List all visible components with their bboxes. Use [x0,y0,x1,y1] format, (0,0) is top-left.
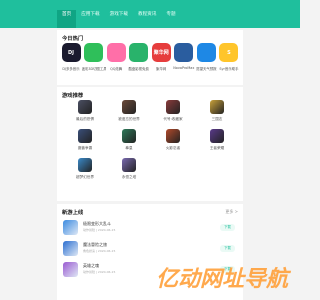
jh-app-icon: 聚华网 [151,43,171,62]
nav-item-home[interactable]: 首页 [57,10,77,28]
game-label: 拳皇 [125,146,133,150]
s-app-icon: S [219,43,239,62]
game-label: 代号:收藏家 [163,117,183,121]
game-item[interactable]: 被遗忘的世界 [107,100,151,122]
game-label: 超梦幻世界 [76,175,94,179]
nav-item-news[interactable]: 教程资讯 [133,10,161,28]
hot-app-item[interactable]: 愿望天气预报 [195,43,217,71]
game-label: 王者荣耀 [209,146,225,150]
game-label: 最后的恐惧 [76,117,94,121]
hot-app-label: 酷盘影视免费 [128,67,149,71]
hot-app-item[interactable]: 酷盘影视免费 [128,43,150,71]
game-icon [210,100,224,114]
game-item[interactable]: 代号:收藏家 [151,100,195,122]
download-button[interactable]: 下载 [220,224,235,231]
pink-bird-app-icon [106,43,126,62]
game-icon [78,100,92,114]
game-icon [166,129,180,143]
game-item[interactable]: 超梦幻世界 [63,158,107,180]
hot-list: DJ DJ多多音乐 迷彩3D切图工具 QQ炫舞 酷盘影视免费 聚华网 聚华网 NovaProM… [60,43,240,71]
watermark-logo: 亿动网址导航 [156,266,292,292]
game-icon [78,129,92,143]
games-title: 游戏推荐 [62,93,84,99]
hot-app-label: 迷彩3D切图工具 [81,67,106,71]
game-icon [122,129,136,143]
new-game-title: 极限变形大乱斗 [83,221,111,226]
hot-title: 今日热门 [62,36,84,42]
nav-item-apps[interactable]: 应用下载 [76,10,104,28]
grid-app-icon [174,43,194,62]
hot-app-item[interactable]: 迷彩3D切图工具 [81,43,106,71]
hot-app-item[interactable]: NovaProMax [173,43,195,71]
home-app-icon [129,43,149,62]
game-icon [210,129,224,143]
nav-item-topics[interactable]: 专题 [161,10,180,28]
hot-app-label: Syr音乐助手 [219,67,239,71]
hot-app-label: QQ炫舞 [110,67,123,71]
game-label: 火影忍者 [165,146,181,150]
new-game-title: 魔法冒险之旅 [83,242,107,247]
game-item[interactable]: 拳皇 [107,129,151,151]
new-game-icon [63,262,78,277]
game-item[interactable]: 火影忍者 [151,129,195,151]
game-icon [78,158,92,172]
more-link[interactable]: 更多 > [225,209,238,215]
svg-text:亿动网址导航: 亿动网址导航 [156,266,292,292]
new-game-meta: 动作冒险 | 2020-06-15 [83,270,116,274]
game-label: 被遗忘的世界 [118,117,140,121]
new-game-title: 英雄之魂 [83,263,99,268]
hot-app-label: 聚华网 [156,67,167,71]
new-game-meta: 动作冒险 | 2020-06-15 [83,228,116,232]
game-label: 魔兽争霸 [77,146,93,150]
hot-app-label: 愿望天气预报 [196,67,217,71]
left-margin [0,0,55,300]
game-item[interactable]: 三国志 [195,100,239,122]
game-label: 三国志 [211,117,223,121]
new-game-icon [63,241,78,256]
main-nav: 首页 应用下载 游戏下载 教程资讯 专题 [57,0,243,28]
new-title: 新游上线 [62,210,84,216]
game-item[interactable]: 永恒之塔 [107,158,151,180]
new-game-row[interactable]: 极限变形大乱斗动作冒险 | 2020-06-15 下载 [63,219,239,239]
hot-app-item[interactable]: DJ DJ多多音乐 [60,43,82,71]
hot-app-label: NovaProMax [173,66,195,70]
right-margin [245,0,300,300]
download-button[interactable]: 下载 [220,245,235,252]
paper-plane-app-icon [196,43,216,62]
hot-app-item[interactable]: S Syr音乐助手 [218,43,240,71]
new-game-meta: 角色扮演 | 2020-06-15 [83,249,116,253]
game-item[interactable]: 最后的恐惧 [63,100,107,122]
game-icon [122,100,136,114]
hot-app-item[interactable]: 聚华网 聚华网 [150,43,172,71]
games-grid: 最后的恐惧 被遗忘的世界 代号:收藏家 三国志魔兽争霸 拳皇 火影忍者 王者荣耀超梦幻世界 永… [63,100,239,180]
game-item[interactable]: 王者荣耀 [195,129,239,151]
new-game-icon [63,220,78,235]
game-icon [122,158,136,172]
shirt-app-icon [84,43,104,62]
hot-app-label: DJ多多音乐 [62,67,80,71]
hot-app-item[interactable]: QQ炫舞 [105,43,127,71]
page: 首页 应用下载 游戏下载 教程资讯 专题 今日热门 DJ DJ多多音乐 迷彩3D切图… [0,0,300,300]
game-item[interactable]: 魔兽争霸 [63,129,107,151]
game-icon [166,100,180,114]
game-label: 永恒之塔 [121,175,137,179]
dj-app-icon: DJ [61,43,81,62]
nav-item-games[interactable]: 游戏下载 [105,10,133,28]
games-panel: 游戏推荐 最后的恐惧 被遗忘的世界 代号:收藏家 三国志魔兽争霸 拳皇 火影忍者 王者荣耀超… [57,87,243,201]
hot-panel: 今日热门 DJ DJ多多音乐 迷彩3D切图工具 QQ炫舞 酷盘影视免费 聚华网 聚华网 Nov… [57,30,243,85]
